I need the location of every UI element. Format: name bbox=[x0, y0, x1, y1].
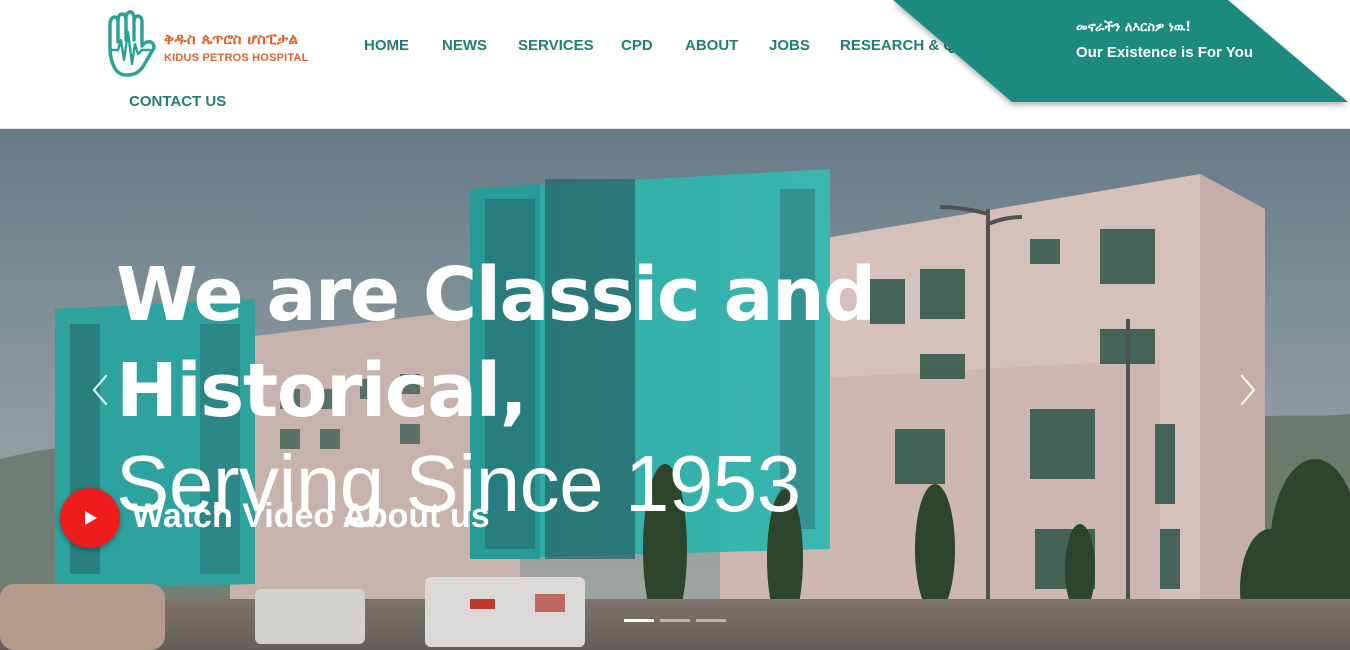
hero-headline-line-2: Historical, bbox=[116, 348, 528, 434]
hero-carousel: We are Classic and Historical, Serving S… bbox=[0, 129, 1350, 650]
carousel-indicator-3[interactable] bbox=[696, 619, 726, 622]
hero-headline-line-1: We are Classic and bbox=[116, 252, 876, 338]
nav-research-qi[interactable]: RESEARCH & QI bbox=[840, 37, 959, 54]
main-nav: HOME NEWS SERVICES CPD ABOUT JOBS RESEAR… bbox=[0, 0, 1350, 129]
watch-video-label: Watch Video About us bbox=[132, 497, 490, 535]
nav-cpd[interactable]: CPD bbox=[621, 37, 653, 54]
nav-contact-us[interactable]: CONTACT US bbox=[129, 93, 226, 110]
carousel-indicator-1[interactable] bbox=[624, 619, 654, 622]
nav-jobs[interactable]: JOBS bbox=[769, 37, 810, 54]
play-icon[interactable] bbox=[60, 488, 120, 548]
carousel-prev-button[interactable] bbox=[86, 372, 116, 408]
nav-about[interactable]: ABOUT bbox=[685, 37, 738, 54]
hero-headline: We are Classic and Historical, bbox=[116, 247, 1016, 439]
nav-home[interactable]: HOME bbox=[364, 37, 409, 54]
chevron-left-icon bbox=[92, 374, 108, 406]
chevron-right-icon bbox=[1240, 374, 1256, 406]
nav-news[interactable]: NEWS bbox=[442, 37, 487, 54]
carousel-next-button[interactable] bbox=[1234, 372, 1264, 408]
watch-video-link[interactable]: Watch Video About us bbox=[60, 488, 530, 548]
site-header: ቅዱስ ጴጥሮስ ሆስፒታል KIDUS PETROS HOSPITAL HOM… bbox=[0, 0, 1350, 129]
nav-services[interactable]: SERVICES bbox=[518, 37, 594, 54]
carousel-indicator-2[interactable] bbox=[660, 619, 690, 622]
carousel-indicators bbox=[624, 619, 734, 625]
